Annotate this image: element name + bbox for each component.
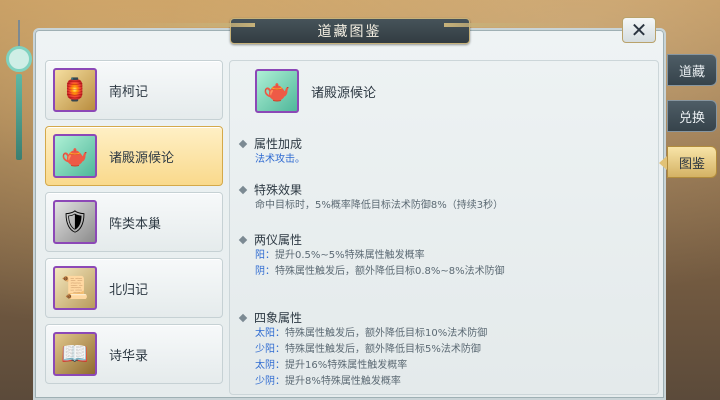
attribute-line: 阳：提升0.5%~5%特殊属性触发概率 [255,248,505,264]
side-tab-label: 道藏 [678,64,705,80]
window-title: 道藏图鉴 [229,18,470,44]
list-item[interactable]: 🏮 南柯记 [45,60,223,120]
attribute-line: 少阳：特殊属性触发后，额外降低目标5%法术防御 [255,342,487,358]
detail-title: 诸殿源候论 [311,85,377,101]
golden-gourd-icon: 🏮 [53,68,97,112]
silver-talisman-icon: 🛡 [53,200,97,244]
attribute-text: 法术攻击。 [255,154,305,165]
list-item-label: 北归记 [109,282,149,298]
diamond-bullet-icon [238,185,248,194]
active-arrow-icon [659,156,667,170]
attribute-text: 特殊属性触发后，额外降低目标10%法术防御 [285,328,488,339]
list-item-label: 南柯记 [109,84,149,100]
attribute-line: 太阳：特殊属性触发后，额外降低目标10%法术防御 [255,326,487,342]
attribute-section: 四象属性 太阳：特殊属性触发后，额外降低目标10%法术防御 少阳：特殊属性触发后，额… [238,309,487,390]
side-tab-label: 兑换 [678,110,705,126]
attribute-line: 命中目标时，5%概率降低目标法术防御8%（持续3秒） [255,198,503,214]
item-list: 🏮 南柯记 🫖 诸殿源候论 🛡 阵类本巢 📜 北归记 📖 诗华录 [45,60,223,395]
codex-window: 道藏图鉴 ✕ 🏮 南柯记 🫖 诸殿源候论 🛡 阵类本巢 📜 北归记 📖 诗华录 🫖 诸殿源候论 属… [33,17,666,400]
attribute-prefix: 少阳： [255,344,285,355]
diamond-bullet-icon [238,235,248,244]
scroll-icon: 📜 [53,266,97,310]
attribute-text: 特殊属性触发后，额外降低目标5%法术防御 [285,344,481,355]
list-item[interactable]: 🫖 诸殿源候论 [45,126,223,186]
side-tab[interactable]: 兑换 [667,100,717,132]
diamond-bullet-icon [238,139,248,148]
list-item[interactable]: 📜 北归记 [45,258,223,318]
attribute-prefix: 太阴： [255,360,285,371]
attribute-prefix: 阳： [255,250,275,261]
side-tab-label: 图鉴 [678,156,705,172]
jade-tassel-ornament [6,20,34,160]
attribute-prefix: 阴： [255,266,275,277]
section-title: 特殊效果 [254,183,303,197]
attribute-text: 特殊属性触发后，额外降低目标0.8%~8%法术防御 [275,266,505,277]
list-item-label: 诗华录 [109,348,149,364]
section-title: 两仪属性 [254,233,303,247]
list-item-label: 阵类本巢 [109,216,162,232]
side-tab[interactable]: 道藏 [667,54,717,86]
attribute-section: 特殊效果命中目标时，5%概率降低目标法术防御8%（持续3秒） [238,181,503,214]
attribute-line: 太阴：提升16%特殊属性触发概率 [255,358,487,374]
attribute-line: 阴：特殊属性触发后，额外降低目标0.8%~8%法术防御 [255,264,505,280]
jade-gourd-icon: 🫖 [53,134,97,178]
attribute-text: 命中目标时，5%概率降低目标法术防御8%（持续3秒） [255,200,504,211]
list-item[interactable]: 🛡 阵类本巢 [45,192,223,252]
section-title: 属性加成 [254,137,303,151]
diamond-bullet-icon [238,313,248,322]
attribute-prefix: 太阳： [255,328,285,339]
detail-header: 🫖 诸殿源候论 [248,69,376,113]
detail-panel: 🫖 诸殿源候论 属性加成法术攻击。特殊效果命中目标时，5%概率降低目标法术防御8… [229,60,659,395]
side-tab[interactable]: 图鉴 [659,146,717,178]
list-item[interactable]: 📖 诗华录 [45,324,223,384]
jade-gourd-icon: 🫖 [255,69,299,113]
attribute-line: 法术攻击。 [255,152,305,168]
attribute-text: 提升8%特殊属性触发概率 [285,376,401,387]
attribute-text: 提升0.5%~5%特殊属性触发概率 [275,250,425,261]
title-bar: 道藏图鉴 [35,14,664,48]
attribute-section: 两仪属性 阳：提升0.5%~5%特殊属性触发概率 阴：特殊属性触发后，额外降低目标0… [238,231,505,280]
book-icon: 📖 [53,332,97,376]
attribute-section: 属性加成 法术攻击。 [238,135,305,168]
attribute-prefix: 少阴： [255,376,285,387]
attribute-line: 少阴：提升8%特殊属性触发概率 [255,374,487,390]
attribute-text: 提升16%特殊属性触发概率 [285,360,408,371]
section-title: 四象属性 [254,311,303,325]
close-button[interactable]: ✕ [622,17,656,43]
list-item-label: 诸殿源候论 [109,150,175,166]
